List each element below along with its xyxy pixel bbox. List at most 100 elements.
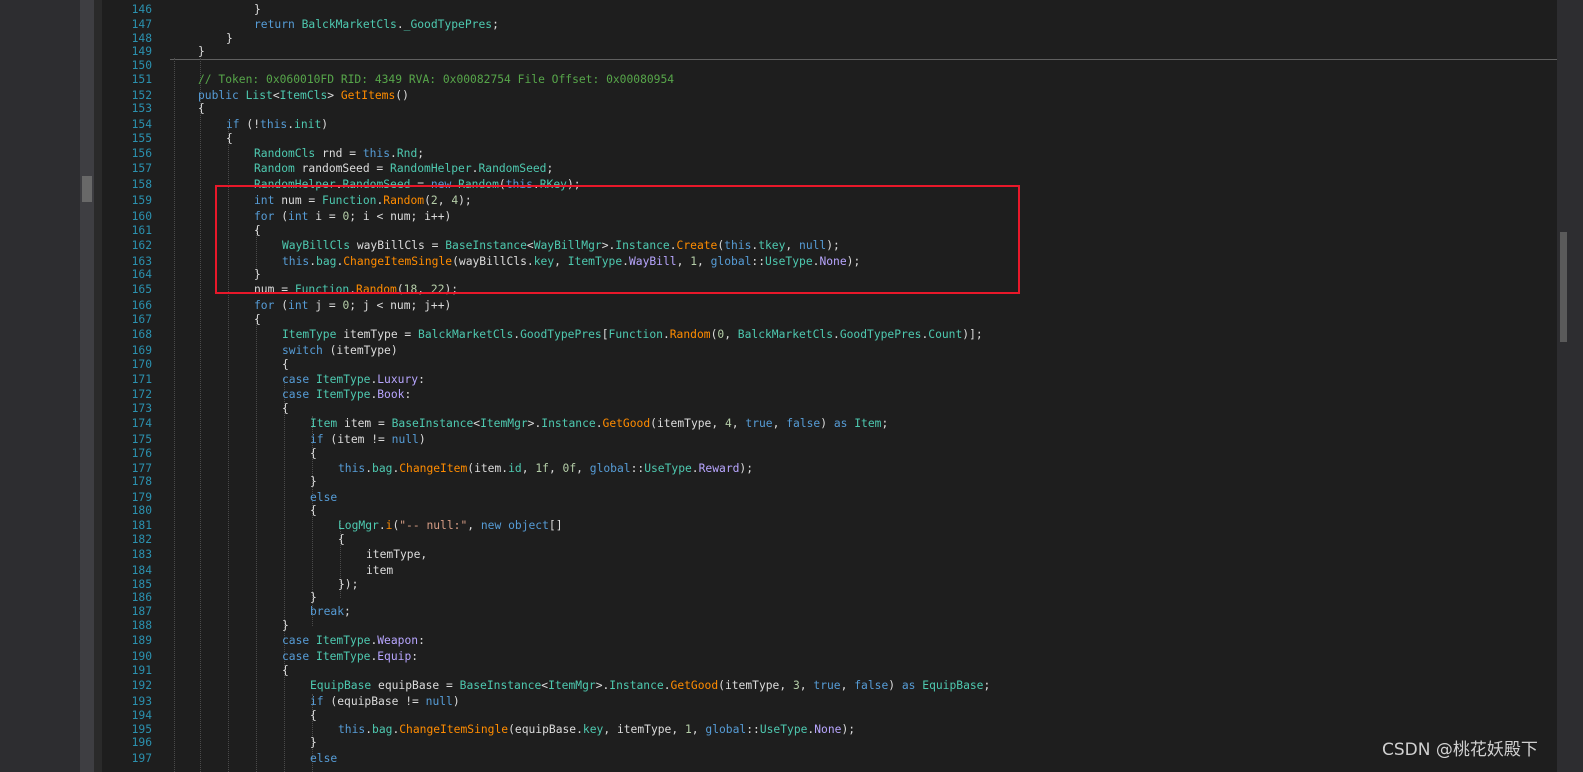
code-token: true: [813, 679, 841, 692]
code-token: (: [650, 417, 657, 430]
code-token: ItemMgr: [480, 417, 528, 430]
code-token: for: [254, 299, 282, 312]
code-token: >.: [595, 679, 610, 692]
code-token: GoodTypePres: [520, 328, 602, 341]
code-line[interactable]: 183 itemType,: [102, 547, 1552, 562]
line-number: 190: [131, 650, 152, 663]
code-text: return BalckMarketCls._GoodTypePres;: [254, 17, 499, 32]
code-line[interactable]: 192 EquipBase equipBase = BaseInstance<It…: [102, 678, 1552, 693]
code-token: Random: [669, 328, 711, 341]
code-token: .: [663, 679, 671, 692]
code-token: BaseInstance: [391, 417, 474, 430]
code-line[interactable]: 191 {: [102, 663, 1552, 678]
code-line[interactable]: 180 {: [102, 503, 1552, 518]
code-token: else: [310, 752, 338, 765]
code-line[interactable]: 174 Item item = BaseInstance<ItemMgr>.Ins…: [102, 416, 1552, 431]
code-line[interactable]: 178}: [102, 474, 1552, 489]
code-line[interactable]: 149}: [102, 44, 1552, 59]
line-number: 158: [131, 178, 152, 191]
code-line[interactable]: 184 item: [102, 563, 1552, 578]
code-token: case: [282, 373, 317, 386]
code-line[interactable]: 171 case ItemType.Luxury:: [102, 372, 1552, 387]
code-line[interactable]: 147 return BalckMarketCls._GoodTypePres;: [102, 17, 1552, 32]
code-token: }: [254, 3, 261, 16]
code-line[interactable]: 189 case ItemType.Weapon:: [102, 633, 1552, 648]
code-text: {: [338, 532, 345, 547]
code-token: object: [508, 519, 549, 532]
code-text: {: [254, 312, 261, 327]
code-line[interactable]: 194 {: [102, 708, 1552, 723]
line-number: 176: [131, 447, 152, 460]
code-line[interactable]: 156 RandomCls rnd = this.Rnd;: [102, 146, 1552, 161]
code-line[interactable]: 193 if (equipBase != null): [102, 694, 1552, 709]
code-editor[interactable]: 146} 147 return BalckMarketCls._GoodTypePr…: [102, 0, 1557, 772]
code-line[interactable]: 197 else: [102, 751, 1552, 766]
code-line[interactable]: 172 case ItemType.Book:: [102, 387, 1552, 402]
code-text: case ItemType.Equip:: [282, 649, 418, 664]
code-token: ItemType: [282, 328, 344, 341]
code-line[interactable]: 167 {: [102, 312, 1552, 327]
code-token: ): [452, 695, 460, 708]
line-number: 189: [131, 634, 152, 647]
code-token: case: [282, 650, 317, 663]
line-number: 153: [131, 102, 152, 115]
code-line[interactable]: 155 {: [102, 131, 1552, 146]
code-token: BalckMarketCls: [301, 18, 397, 31]
panel-divider[interactable]: [94, 0, 102, 772]
code-line[interactable]: 188}: [102, 618, 1552, 633]
line-number: 197: [131, 752, 152, 765]
code-token: RandomCls: [254, 147, 323, 160]
code-token: ,: [467, 519, 481, 532]
code-line[interactable]: 168 ItemType itemType = BalckMarketCls.Go…: [102, 327, 1552, 342]
line-number: 174: [131, 417, 152, 430]
code-text: Item item = BaseInstance<ItemMgr>.Instan…: [310, 416, 888, 431]
code-line[interactable]: 153 {: [102, 101, 1552, 116]
code-token: break: [310, 605, 345, 618]
code-token: ;: [881, 417, 889, 430]
code-text: for (int j = 0; j < num; j++): [254, 298, 451, 313]
code-line[interactable]: 187 break;: [102, 604, 1552, 619]
code-token: Function: [608, 328, 663, 341]
code-line[interactable]: 190 case ItemType.Equip:: [102, 649, 1552, 664]
code-line[interactable]: 169 switch (itemType): [102, 343, 1552, 358]
line-number: 192: [131, 679, 152, 692]
right-scrollbar-thumb[interactable]: [1560, 232, 1567, 342]
code-text: RandomCls rnd = this.Rnd;: [254, 146, 424, 161]
right-scrollbar[interactable]: [1557, 0, 1583, 772]
left-scrollbar[interactable]: [80, 0, 94, 772]
code-line[interactable]: 151 // Token: 0x060010FD RID: 4349 RVA: 0…: [102, 72, 1552, 87]
code-token: itemType: [724, 679, 780, 692]
code-line[interactable]: 182 {: [102, 532, 1552, 547]
code-token: }: [198, 45, 205, 58]
line-number: 181: [131, 519, 152, 532]
code-token: ,: [779, 679, 793, 692]
code-line[interactable]: 170 {: [102, 357, 1552, 372]
code-text: {: [310, 503, 317, 518]
code-text: switch (itemType): [282, 343, 398, 358]
code-token: :: [418, 373, 425, 386]
left-panel-gutter: [0, 0, 80, 772]
code-line[interactable]: 166 for (int j = 0; j < num; j++): [102, 298, 1552, 313]
code-token: case: [282, 634, 317, 647]
code-line[interactable]: 181 LogMgr.i("-- null:", new object[]: [102, 518, 1552, 533]
left-scrollbar-thumb[interactable]: [82, 176, 92, 202]
line-number: 146: [131, 3, 152, 16]
code-line[interactable]: 186}: [102, 590, 1552, 605]
code-line[interactable]: 146}: [102, 2, 1552, 17]
line-number: 160: [131, 210, 152, 223]
code-token: itemType: [656, 417, 712, 430]
code-text: if (!this.init): [226, 117, 328, 132]
code-line[interactable]: 176 {: [102, 446, 1552, 461]
line-number: 184: [131, 564, 152, 577]
line-number: 171: [131, 373, 152, 386]
code-token: ;: [983, 679, 991, 692]
code-line[interactable]: 150: [102, 58, 1552, 73]
line-number: 187: [131, 605, 152, 618]
code-line[interactable]: 173 {: [102, 401, 1552, 416]
code-line[interactable]: 175 if (item != null): [102, 432, 1552, 447]
code-line[interactable]: 196}: [102, 735, 1552, 750]
code-line[interactable]: 154 if (!this.init): [102, 117, 1552, 132]
code-token: "-- null:": [399, 519, 468, 532]
code-line[interactable]: 157 Random randomSeed = RandomHelper.Rand…: [102, 161, 1552, 176]
watermark: CSDN @桃花妖殿下: [1382, 740, 1538, 760]
